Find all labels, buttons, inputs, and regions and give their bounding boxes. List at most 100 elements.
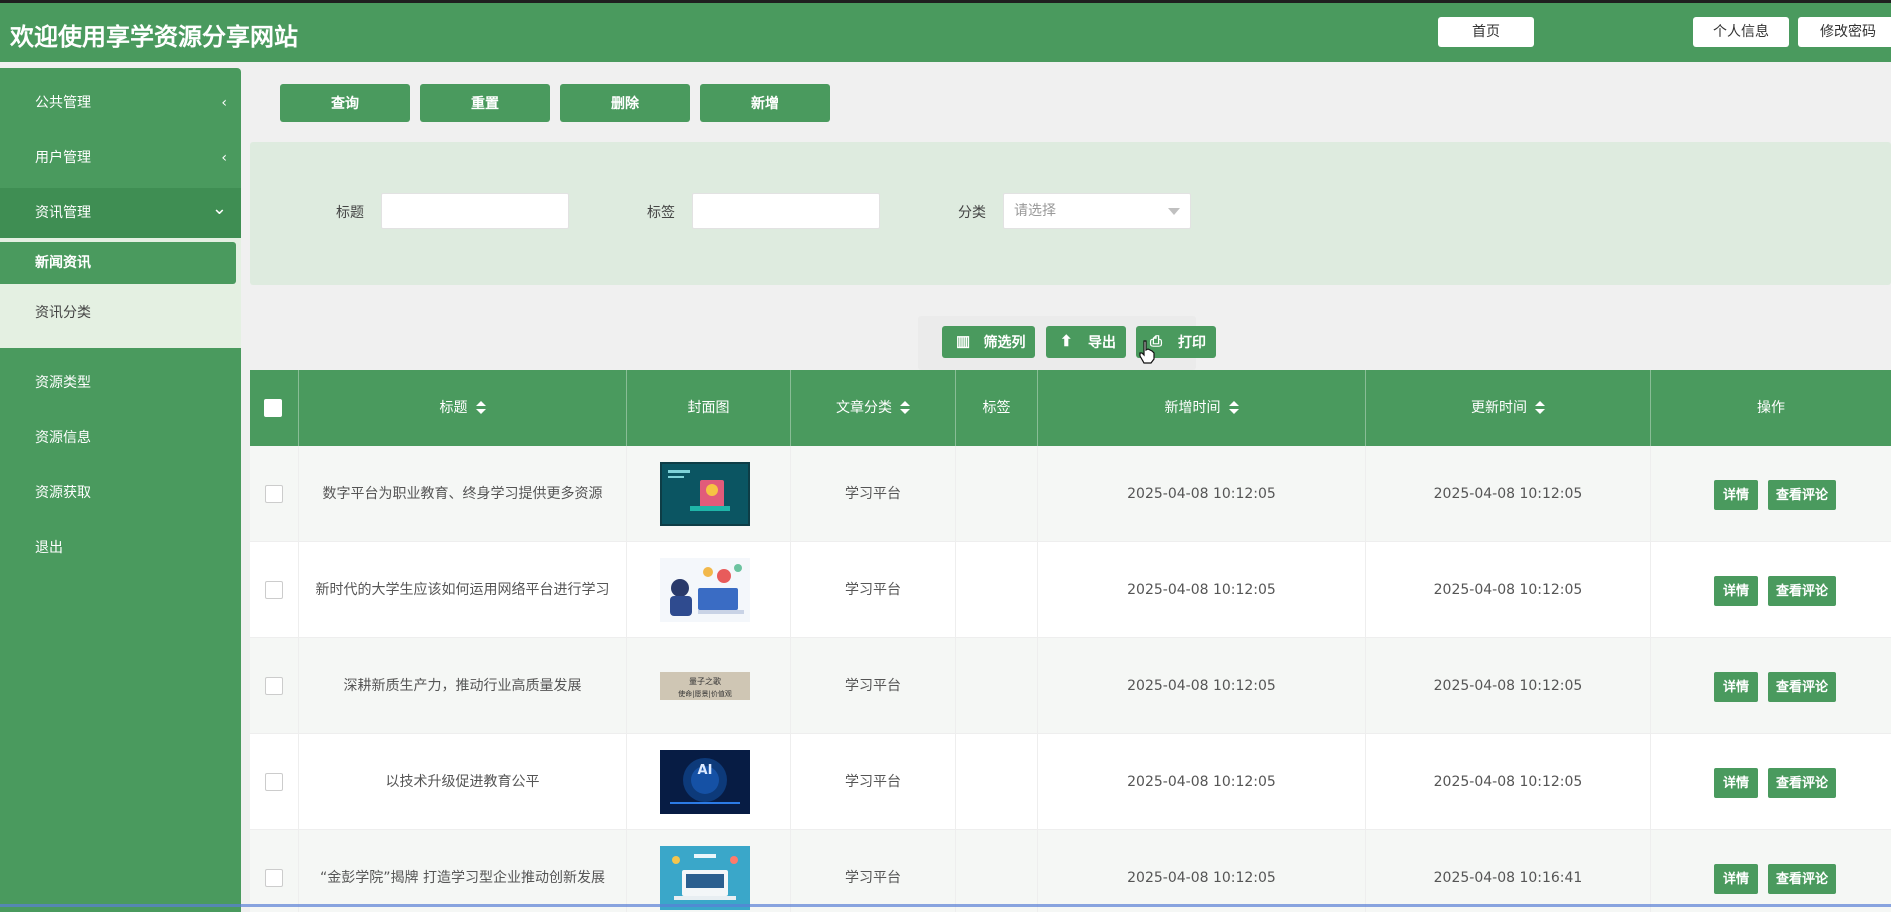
cover-image[interactable] [660, 846, 750, 910]
column-cover: 封面图 [627, 370, 791, 446]
cell-created: 2025-04-08 10:12:05 [1038, 542, 1366, 638]
export-label: 导出 [1088, 334, 1116, 350]
view-comments-button[interactable]: 查看评论 [1768, 576, 1836, 606]
table-row: 数字平台为职业教育、终身学习提供更多资源 学习平台 2025-04-08 10:… [250, 446, 1891, 542]
cover-image[interactable]: AI [660, 750, 750, 814]
cover-image[interactable]: 量子之歌 使命|愿景|价值观 [660, 654, 750, 718]
column-created[interactable]: 新增时间 [1038, 370, 1366, 446]
cell-title: 以技术升级促进教育公平 [299, 734, 627, 830]
row-checkbox-cell [250, 446, 299, 542]
column-tag-label: 标签 [982, 400, 1011, 416]
category-label: 分类 [958, 205, 986, 221]
detail-button[interactable]: 详情 [1714, 864, 1758, 894]
column-actions-label: 操作 [1757, 400, 1785, 416]
cell-title: “金彭学院”揭牌 打造学习型企业推动创新发展 [299, 830, 627, 912]
reset-button[interactable]: 重置 [420, 84, 550, 122]
sort-icon[interactable] [900, 401, 910, 415]
column-title-label: 标题 [439, 400, 468, 416]
view-comments-button[interactable]: 查看评论 [1768, 672, 1836, 702]
row-checkbox[interactable] [265, 581, 283, 599]
table-header: 标题 封面图 文章分类 标签 新增时间 更新时间 操作 [250, 370, 1891, 446]
cell-created: 2025-04-08 10:12:05 [1038, 734, 1366, 830]
cover-image[interactable] [660, 558, 750, 622]
detail-button[interactable]: 详情 [1714, 768, 1758, 798]
row-checkbox[interactable] [265, 677, 283, 695]
row-checkbox[interactable] [265, 869, 283, 887]
filter-columns-label: 筛选列 [983, 334, 1026, 350]
sidebar-item-label: 资源获取 [35, 485, 91, 501]
tag-input[interactable] [692, 193, 880, 229]
row-checkbox[interactable] [265, 773, 283, 791]
cell-category: 学习平台 [791, 446, 956, 542]
change-password-button[interactable]: 修改密码 [1798, 17, 1891, 47]
column-title[interactable]: 标题 [299, 370, 627, 446]
cell-created: 2025-04-08 10:12:05 [1038, 638, 1366, 734]
row-checkbox[interactable] [265, 485, 283, 503]
export-icon: ⬆ [1060, 333, 1073, 350]
column-cover-label: 封面图 [687, 400, 730, 416]
cell-title: 新时代的大学生应该如何运用网络平台进行学习 [299, 542, 627, 638]
sort-icon[interactable] [1535, 401, 1545, 415]
cover-image[interactable] [660, 462, 750, 526]
column-updated[interactable]: 更新时间 [1366, 370, 1651, 446]
top-header: 欢迎使用享学资源分享网站 首页 个人信息 修改密码 [0, 0, 1891, 62]
category-select[interactable]: 请选择 [1003, 193, 1191, 229]
sidebar-item-resource-info[interactable]: 资源信息 [0, 413, 241, 463]
column-category-label: 文章分类 [836, 400, 892, 416]
chevron-left-icon: ‹ [221, 150, 227, 166]
title-label: 标题 [336, 205, 364, 221]
cell-tag [956, 830, 1038, 912]
cover-text-line1: 量子之歌 [689, 676, 721, 686]
cell-updated: 2025-04-08 10:12:05 [1366, 638, 1651, 734]
horizontal-scrollbar[interactable] [0, 904, 1891, 907]
cell-updated: 2025-04-08 10:12:05 [1366, 446, 1651, 542]
table-row: “金彭学院”揭牌 打造学习型企业推动创新发展 学习平台 2025-04-08 1… [250, 830, 1891, 912]
cell-tag [956, 734, 1038, 830]
add-button[interactable]: 新增 [700, 84, 830, 122]
sidebar-subitem-news[interactable]: 新闻资讯 [0, 242, 236, 284]
row-checkbox-cell [250, 638, 299, 734]
tag-label: 标签 [647, 205, 675, 221]
sidebar-item-label: 公共管理 [35, 95, 91, 111]
column-created-label: 新增时间 [1164, 400, 1221, 416]
select-all-checkbox[interactable] [264, 399, 282, 417]
table-row: 以技术升级促进教育公平 AI 学习平台 2025-04-08 10:12:05 … [250, 734, 1891, 830]
cell-tag [956, 542, 1038, 638]
cell-category: 学习平台 [791, 638, 956, 734]
chevron-left-icon: ‹ [221, 95, 227, 111]
cell-title: 数字平台为职业教育、终身学习提供更多资源 [299, 446, 627, 542]
query-button[interactable]: 查询 [280, 84, 410, 122]
view-comments-button[interactable]: 查看评论 [1768, 480, 1836, 510]
sidebar-item-users[interactable]: 用户管理 ‹ [0, 133, 241, 183]
view-comments-button[interactable]: 查看评论 [1768, 768, 1836, 798]
title-input[interactable] [381, 193, 569, 229]
export-button[interactable]: ⬆ 导出 [1046, 326, 1126, 358]
sidebar-item-resource-type[interactable]: 资源类型 [0, 358, 241, 408]
sidebar-subitem-news-category[interactable]: 资讯分类 [0, 292, 236, 334]
sidebar-item-resource-acquire[interactable]: 资源获取 [0, 468, 241, 518]
sidebar: 公共管理 ‹ 用户管理 ‹ 资讯管理 ⌄ 新闻资讯 资讯分类 资源类型 资源信息… [0, 68, 241, 912]
detail-button[interactable]: 详情 [1714, 672, 1758, 702]
header-checkbox-cell [250, 370, 299, 446]
row-checkbox-cell [250, 734, 299, 830]
detail-button[interactable]: 详情 [1714, 480, 1758, 510]
columns-icon: ▥ [956, 333, 971, 350]
submenu-panel: 新闻资讯 资讯分类 [0, 238, 241, 348]
detail-button[interactable]: 详情 [1714, 576, 1758, 606]
sidebar-item-news-management[interactable]: 资讯管理 ⌄ [0, 188, 241, 238]
sort-icon[interactable] [475, 401, 486, 415]
cell-updated: 2025-04-08 10:12:05 [1366, 734, 1651, 830]
news-table: 标题 封面图 文章分类 标签 新增时间 更新时间 操作 数字平台为职业教育、终身… [250, 370, 1891, 912]
profile-button[interactable]: 个人信息 [1693, 17, 1789, 47]
view-comments-button[interactable]: 查看评论 [1768, 864, 1836, 894]
delete-button[interactable]: 删除 [560, 84, 690, 122]
sidebar-item-logout[interactable]: 退出 [0, 523, 241, 573]
cell-tag [956, 446, 1038, 542]
row-checkbox-cell [250, 830, 299, 912]
home-button[interactable]: 首页 [1438, 17, 1534, 47]
sort-icon[interactable] [1228, 401, 1239, 415]
filter-columns-button[interactable]: ▥ 筛选列 [942, 326, 1035, 358]
column-category[interactable]: 文章分类 [791, 370, 956, 446]
sidebar-item-public[interactable]: 公共管理 ‹ [0, 78, 241, 128]
table-row: 新时代的大学生应该如何运用网络平台进行学习 学习平台 2025-04-08 10… [250, 542, 1891, 638]
